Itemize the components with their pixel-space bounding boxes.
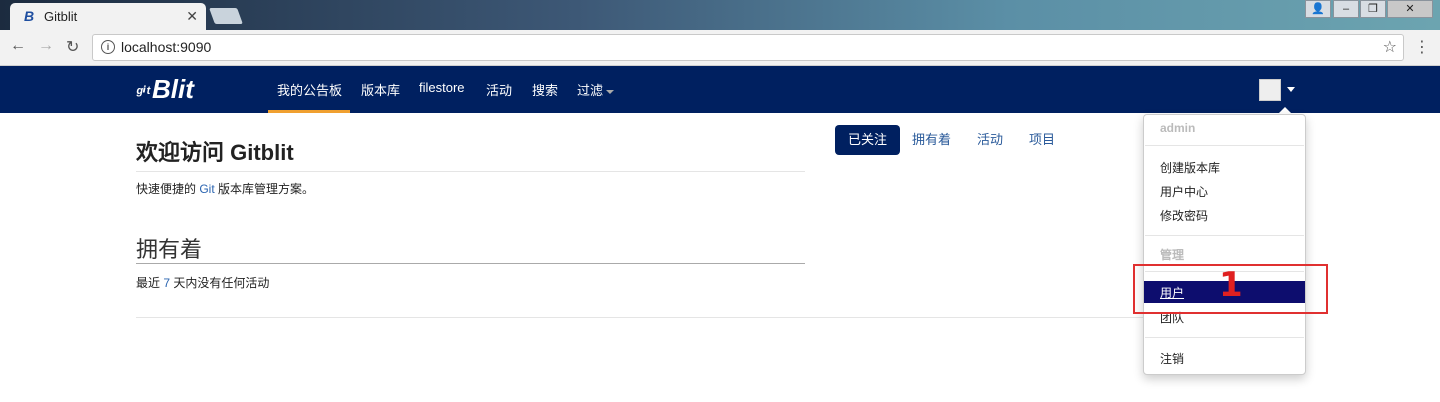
dropdown-divider — [1145, 337, 1304, 338]
tagline: 快速便捷的 Git 版本库管理方案。 — [136, 180, 314, 197]
window-maximize-button[interactable]: ❐ — [1360, 0, 1386, 18]
gitblit-logo[interactable]: ᵍⁱᵗBlit — [136, 74, 194, 105]
logo-text: Blit — [151, 74, 194, 104]
footer-divider — [136, 317, 1306, 318]
tab-activity[interactable]: 活动 — [964, 125, 1016, 155]
section-title-owned: 拥有着 — [136, 237, 203, 262]
activity-note-end: 天内没有任何活动 — [170, 276, 270, 290]
window-user-button[interactable]: 👤 — [1305, 0, 1331, 18]
browser-menu-icon[interactable]: ⋮ — [1414, 37, 1430, 57]
reload-icon[interactable]: ↻ — [66, 37, 79, 57]
url-text[interactable]: localhost:9090 — [121, 39, 211, 55]
forward-arrow-icon[interactable]: → — [38, 37, 54, 55]
avatar[interactable] — [1259, 79, 1281, 101]
browser-tab[interactable]: B Gitblit ✕ — [10, 3, 206, 30]
nav-item-activity[interactable]: 活动 — [486, 80, 512, 99]
tagline-text-start: 快速便捷的 — [136, 182, 200, 196]
bookmark-star-icon[interactable]: ☆ — [1383, 37, 1397, 57]
tab-close-icon[interactable]: ✕ — [186, 8, 198, 25]
gitblit-favicon-icon: B — [24, 8, 35, 24]
activity-note-start: 最近 — [136, 276, 164, 290]
section-divider — [136, 263, 805, 264]
new-tab-button[interactable] — [209, 8, 243, 24]
browser-toolbar: ← → ↻ i localhost:9090 ☆ ⋮ — [0, 30, 1440, 66]
user-dropdown-menu: admin 创建版本库 用户中心 修改密码 管理 用户 团队 注销 — [1143, 114, 1306, 375]
active-nav-indicator — [268, 110, 350, 113]
logo-prefix: ᵍⁱᵗ — [136, 85, 150, 102]
menu-item-change-password[interactable]: 修改密码 — [1160, 207, 1208, 224]
activity-note: 最近 7 天内没有任何活动 — [136, 274, 269, 291]
nav-item-filter[interactable]: 过滤 — [577, 80, 615, 99]
nav-item-filter-label: 过滤 — [577, 83, 604, 98]
tab-projects[interactable]: 项目 — [1016, 125, 1068, 155]
tagline-text-end: 版本库管理方案。 — [214, 182, 315, 196]
nav-item-dashboard[interactable]: 我的公告板 — [277, 80, 342, 99]
back-arrow-icon[interactable]: ← — [10, 37, 26, 55]
tab-starred[interactable]: 已关注 — [835, 125, 901, 155]
window-close-button[interactable]: ✕ — [1387, 0, 1433, 18]
tab-title: Gitblit — [44, 9, 78, 24]
nav-item-search[interactable]: 搜索 — [532, 80, 558, 99]
dropdown-username: admin — [1160, 121, 1196, 135]
annotation-step-number: 1 — [1219, 265, 1243, 305]
menu-item-profile[interactable]: 用户中心 — [1160, 183, 1208, 200]
dropdown-arrow — [1278, 107, 1292, 114]
git-link[interactable]: Git — [199, 182, 214, 196]
dropdown-admin-header: 管理 — [1160, 248, 1185, 262]
window-minimize-button[interactable]: – — [1333, 0, 1359, 18]
avatar-chevron-down-icon[interactable] — [1287, 87, 1295, 92]
tab-owned[interactable]: 拥有着 — [899, 125, 964, 155]
info-icon[interactable]: i — [101, 40, 115, 54]
page-title: 欢迎访问 Gitblit — [136, 140, 294, 165]
divider — [136, 171, 805, 172]
dropdown-divider — [1145, 235, 1304, 236]
nav-item-repositories[interactable]: 版本库 — [361, 80, 400, 99]
menu-item-create-repo[interactable]: 创建版本库 — [1160, 159, 1220, 176]
menu-item-logout[interactable]: 注销 — [1160, 350, 1184, 367]
top-navbar: ᵍⁱᵗBlit 我的公告板 版本库 filestore 活动 搜索 过滤 — [0, 66, 1440, 113]
nav-item-filestore[interactable]: filestore — [419, 80, 465, 95]
chevron-down-icon — [606, 89, 615, 94]
browser-titlebar: B Gitblit ✕ 👤 – ❐ ✕ — [0, 0, 1440, 30]
address-bar[interactable]: i localhost:9090 ☆ — [92, 34, 1404, 61]
dropdown-divider — [1145, 145, 1304, 146]
